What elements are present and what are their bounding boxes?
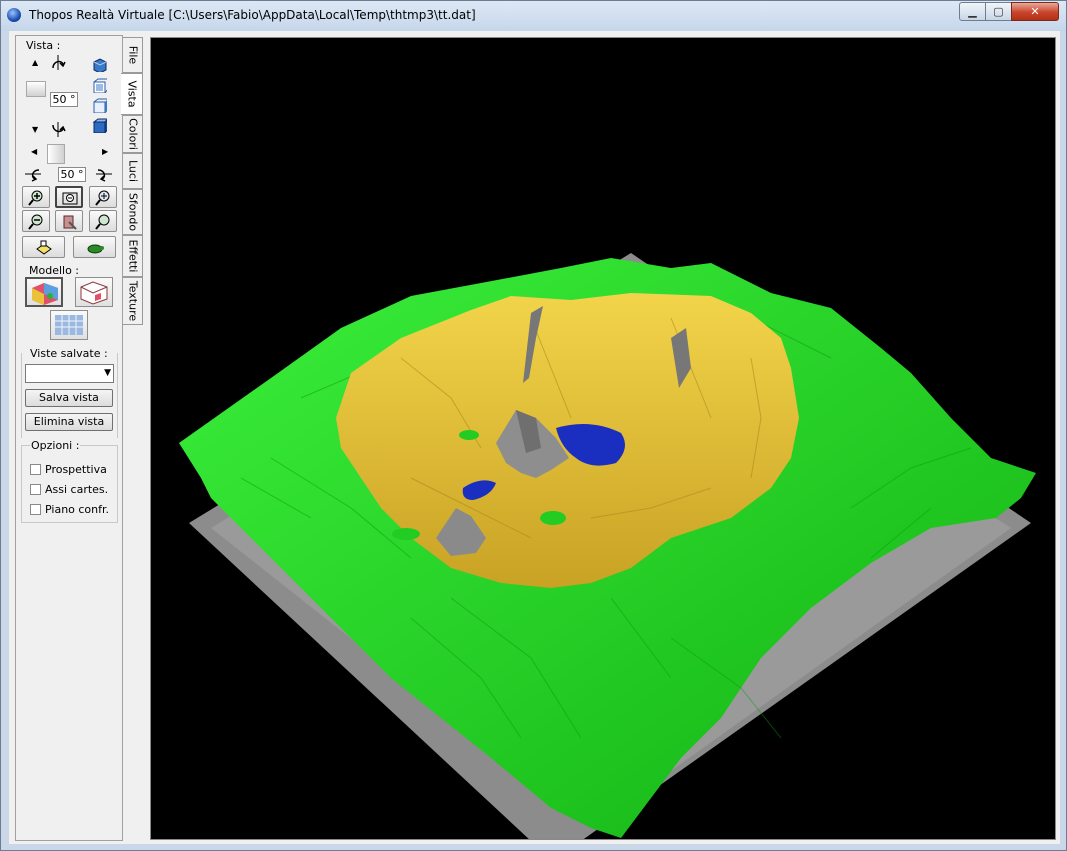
prospettiva-checkbox[interactable] <box>30 464 41 475</box>
tab-colori-label: Colori <box>126 118 139 150</box>
vertical-tab-strip: File Vista Colori Luci Sfondo Effetti Te… <box>121 35 145 841</box>
maximize-button[interactable]: ▢ <box>985 2 1012 21</box>
tab-texture-label: Texture <box>126 280 139 322</box>
window-title: Thopos Realtà Virtuale [C:\Users\Fabio\A… <box>29 8 476 22</box>
view-iso-cube-icon[interactable] <box>91 56 107 72</box>
tab-effetti[interactable]: Effetti <box>123 235 143 277</box>
model-mesh-button[interactable] <box>50 310 88 340</box>
model-solid-icon <box>32 283 58 305</box>
zoom-reset-button[interactable] <box>89 210 117 232</box>
light-icon <box>36 240 52 255</box>
tab-luci-label: Luci <box>126 159 139 183</box>
turtle-icon <box>87 244 104 254</box>
3d-viewport[interactable] <box>150 37 1056 840</box>
horizontal-slider-thumb[interactable] <box>47 144 65 164</box>
zoom-out-icon <box>28 214 43 230</box>
model-wireframe-icon <box>80 281 108 305</box>
model-wireframe-button[interactable] <box>75 277 113 307</box>
tab-file[interactable]: File <box>123 37 143 73</box>
piano-confr-checkbox[interactable] <box>30 504 41 515</box>
view-top-cube-icon[interactable] <box>91 117 107 133</box>
viste-salvate-label: Viste salvate : <box>30 347 108 360</box>
opzioni-label: Opzioni : <box>30 439 81 452</box>
vertical-slider-thumb[interactable] <box>26 81 46 97</box>
zoom-in-button[interactable] <box>22 186 50 208</box>
rotate-up-icon[interactable] <box>49 54 67 72</box>
tab-vista-label: Vista <box>125 80 138 108</box>
tab-sfondo-label: Sfondo <box>126 192 139 232</box>
view-front-cube-icon[interactable] <box>91 77 107 93</box>
terrain-green-patch-1 <box>540 511 566 525</box>
terrain-green-patch-2 <box>392 528 420 540</box>
vertical-angle-field[interactable]: 50 ° <box>50 92 78 107</box>
scroll-up-arrow[interactable]: ▲ <box>32 58 38 67</box>
modello-label: Modello : <box>29 264 80 277</box>
rotate-down-icon[interactable] <box>49 121 67 139</box>
saved-views-dropdown[interactable]: ▼ <box>25 364 114 383</box>
scroll-right-arrow[interactable]: ▶ <box>102 147 108 156</box>
tab-sfondo[interactable]: Sfondo <box>123 189 143 235</box>
light-button[interactable] <box>22 236 65 258</box>
tab-vista[interactable]: Vista <box>121 73 143 115</box>
tab-colori[interactable]: Colori <box>123 115 143 153</box>
close-button[interactable]: ✕ <box>1011 2 1059 21</box>
rotate-left-icon[interactable] <box>24 165 42 183</box>
tab-texture[interactable]: Texture <box>123 277 143 325</box>
terrain-render <box>179 253 1036 839</box>
model-solid-button[interactable] <box>25 277 63 307</box>
view-side-cube-icon[interactable] <box>91 97 107 113</box>
minimize-button[interactable]: ▁ <box>959 2 986 21</box>
zoom-window-button[interactable] <box>89 186 117 208</box>
zoom-fit-icon <box>62 192 78 205</box>
assi-cartes-label: Assi cartes. <box>45 483 109 496</box>
tab-file-label: File <box>126 45 139 65</box>
pan-icon <box>63 215 77 230</box>
rotate-right-icon[interactable] <box>95 165 113 183</box>
title-bar[interactable]: Thopos Realtà Virtuale [C:\Users\Fabio\A… <box>1 1 1066 31</box>
salva-vista-button[interactable]: Salva vista <box>25 389 113 407</box>
scroll-down-arrow[interactable]: ▼ <box>32 125 38 134</box>
horizontal-angle-field[interactable]: 50 ° <box>58 167 86 182</box>
zoom-reset-icon <box>95 214 110 230</box>
app-globe-icon[interactable] <box>7 8 21 22</box>
prospettiva-label: Prospettiva <box>45 463 107 476</box>
zoom-out-button[interactable] <box>22 210 50 232</box>
app-window: Thopos Realtà Virtuale [C:\Users\Fabio\A… <box>0 0 1067 851</box>
tab-effetti-label: Effetti <box>126 239 139 273</box>
vista-label: Vista : <box>26 39 61 52</box>
terrain-green-patch-3 <box>459 430 479 440</box>
assi-cartes-checkbox[interactable] <box>30 484 41 495</box>
scroll-left-arrow[interactable]: ◀ <box>31 147 37 156</box>
turtle-button[interactable] <box>73 236 116 258</box>
piano-confr-label: Piano confr. <box>45 503 110 516</box>
model-mesh-icon <box>55 315 83 335</box>
zoom-fit-button[interactable] <box>55 186 83 208</box>
zoom-in-icon <box>28 190 43 206</box>
elimina-vista-button[interactable]: Elimina vista <box>25 413 113 431</box>
pan-button[interactable] <box>55 210 83 232</box>
chevron-down-icon: ▼ <box>104 368 111 378</box>
tab-luci[interactable]: Luci <box>123 153 143 189</box>
zoom-window-icon <box>95 190 110 206</box>
